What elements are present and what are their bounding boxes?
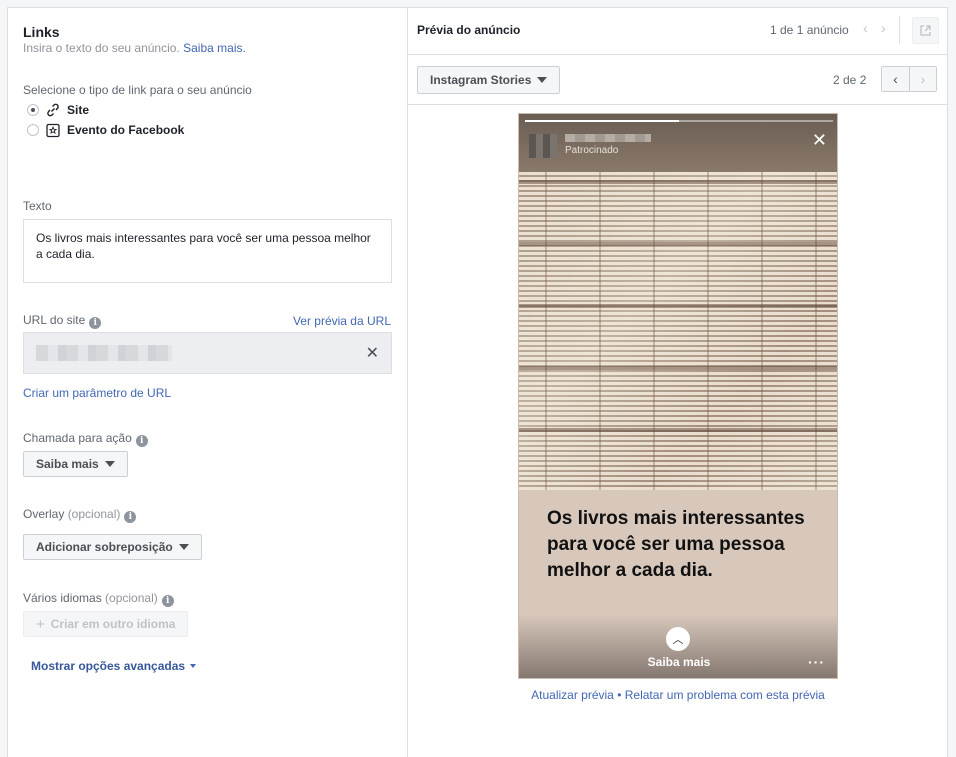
story-progress bbox=[525, 120, 833, 122]
text-label: Texto bbox=[23, 199, 52, 213]
site-label: Site bbox=[67, 103, 90, 117]
info-icon[interactable]: i bbox=[161, 595, 174, 607]
more-icon[interactable]: ··· bbox=[808, 654, 825, 670]
sponsored-label: Patrocinado bbox=[565, 145, 619, 156]
link-type-site[interactable]: Site bbox=[27, 102, 89, 118]
event-radio[interactable] bbox=[27, 124, 39, 136]
open-preview-button[interactable] bbox=[912, 17, 939, 44]
update-preview-link[interactable]: Atualizar prévia bbox=[531, 688, 614, 702]
ad-counter: 1 de 1 anúncio bbox=[770, 23, 849, 37]
external-link-icon bbox=[920, 25, 931, 36]
site-url-input[interactable]: ✕ bbox=[23, 332, 392, 374]
info-icon[interactable]: i bbox=[135, 435, 148, 447]
advertiser-name-blurred bbox=[565, 134, 651, 142]
preview-pager: ‹ › bbox=[881, 66, 937, 92]
ad-preview-section: Prévia do anúncio 1 de 1 anúncio ‹ › Ins… bbox=[408, 8, 948, 757]
links-section: Links Insira o texto do seu anúncio. Sai… bbox=[8, 8, 408, 757]
event-star-icon bbox=[46, 123, 60, 138]
preview-title: Prévia do anúncio bbox=[417, 23, 521, 37]
languages-label: Vários idiomas (opcional) i bbox=[23, 591, 174, 607]
section-title: Links bbox=[23, 24, 60, 40]
story-caption: Os livros mais interessantes para você s… bbox=[547, 508, 805, 581]
swipe-up-icon[interactable]: ︿ bbox=[666, 627, 690, 651]
prev-page-icon[interactable]: ‹ bbox=[882, 67, 909, 91]
add-overlay-button[interactable]: Adicionar sobreposição bbox=[23, 534, 202, 560]
info-icon[interactable]: i bbox=[124, 511, 137, 523]
link-type-label: Selecione o tipo de link para o seu anún… bbox=[23, 83, 252, 97]
overlay-label: Overlay (opcional) i bbox=[23, 507, 137, 523]
next-page-icon[interactable]: › bbox=[909, 67, 936, 91]
section-subtitle: Insira o texto do seu anúncio. Saiba mai… bbox=[23, 41, 246, 55]
cta-dropdown[interactable]: Saiba mais bbox=[23, 451, 128, 477]
page-counter: 2 de 2 bbox=[833, 73, 867, 87]
link-type-event[interactable]: Evento do Facebook bbox=[27, 122, 184, 138]
story-header bbox=[519, 114, 837, 174]
url-parameter-link[interactable]: Criar um parâmetro de URL bbox=[23, 386, 171, 400]
next-ad-icon[interactable]: › bbox=[881, 20, 886, 36]
create-language-button[interactable]: + Criar em outro idioma bbox=[23, 611, 189, 637]
clear-icon[interactable]: ✕ bbox=[366, 343, 379, 363]
advertiser-avatar bbox=[529, 134, 557, 158]
url-label: URL do site i bbox=[23, 313, 102, 329]
event-label: Evento do Facebook bbox=[67, 123, 185, 137]
ad-text-field[interactable]: Os livros mais interessantes para você s… bbox=[23, 219, 392, 283]
blurred-url bbox=[36, 345, 172, 361]
caret-down-icon bbox=[537, 77, 548, 83]
caret-down-icon bbox=[178, 544, 189, 550]
books-image bbox=[519, 172, 837, 490]
story-preview: Patrocinado ✕ Os livros mais interessant… bbox=[518, 113, 838, 679]
cta-label: Chamada para ação i bbox=[23, 431, 148, 447]
url-preview-link[interactable]: Ver prévia da URL bbox=[293, 314, 391, 328]
link-icon bbox=[47, 103, 59, 117]
progress-fill bbox=[525, 120, 679, 122]
placement-dropdown[interactable]: Instagram Stories bbox=[417, 66, 561, 94]
plus-icon: + bbox=[36, 615, 45, 633]
story-cta[interactable]: Saiba mais bbox=[519, 655, 837, 669]
divider bbox=[408, 104, 948, 105]
advanced-options-link[interactable]: Mostrar opções avançadas bbox=[31, 659, 197, 673]
divider bbox=[408, 54, 948, 55]
learn-more-link[interactable]: Saiba mais. bbox=[183, 41, 246, 55]
prev-ad-icon[interactable]: ‹ bbox=[863, 20, 868, 36]
ad-editor-panel: Links Insira o texto do seu anúncio. Sai… bbox=[7, 7, 948, 757]
divider bbox=[899, 16, 900, 44]
report-problem-link[interactable]: Relatar um problema com esta prévia bbox=[625, 688, 825, 702]
close-icon[interactable]: ✕ bbox=[812, 130, 827, 151]
caret-down-icon bbox=[104, 461, 115, 467]
preview-footer: Atualizar prévia • Relatar um problema c… bbox=[531, 688, 825, 702]
site-radio[interactable] bbox=[27, 104, 39, 116]
caret-down-icon bbox=[190, 664, 197, 668]
info-icon[interactable]: i bbox=[89, 317, 102, 329]
